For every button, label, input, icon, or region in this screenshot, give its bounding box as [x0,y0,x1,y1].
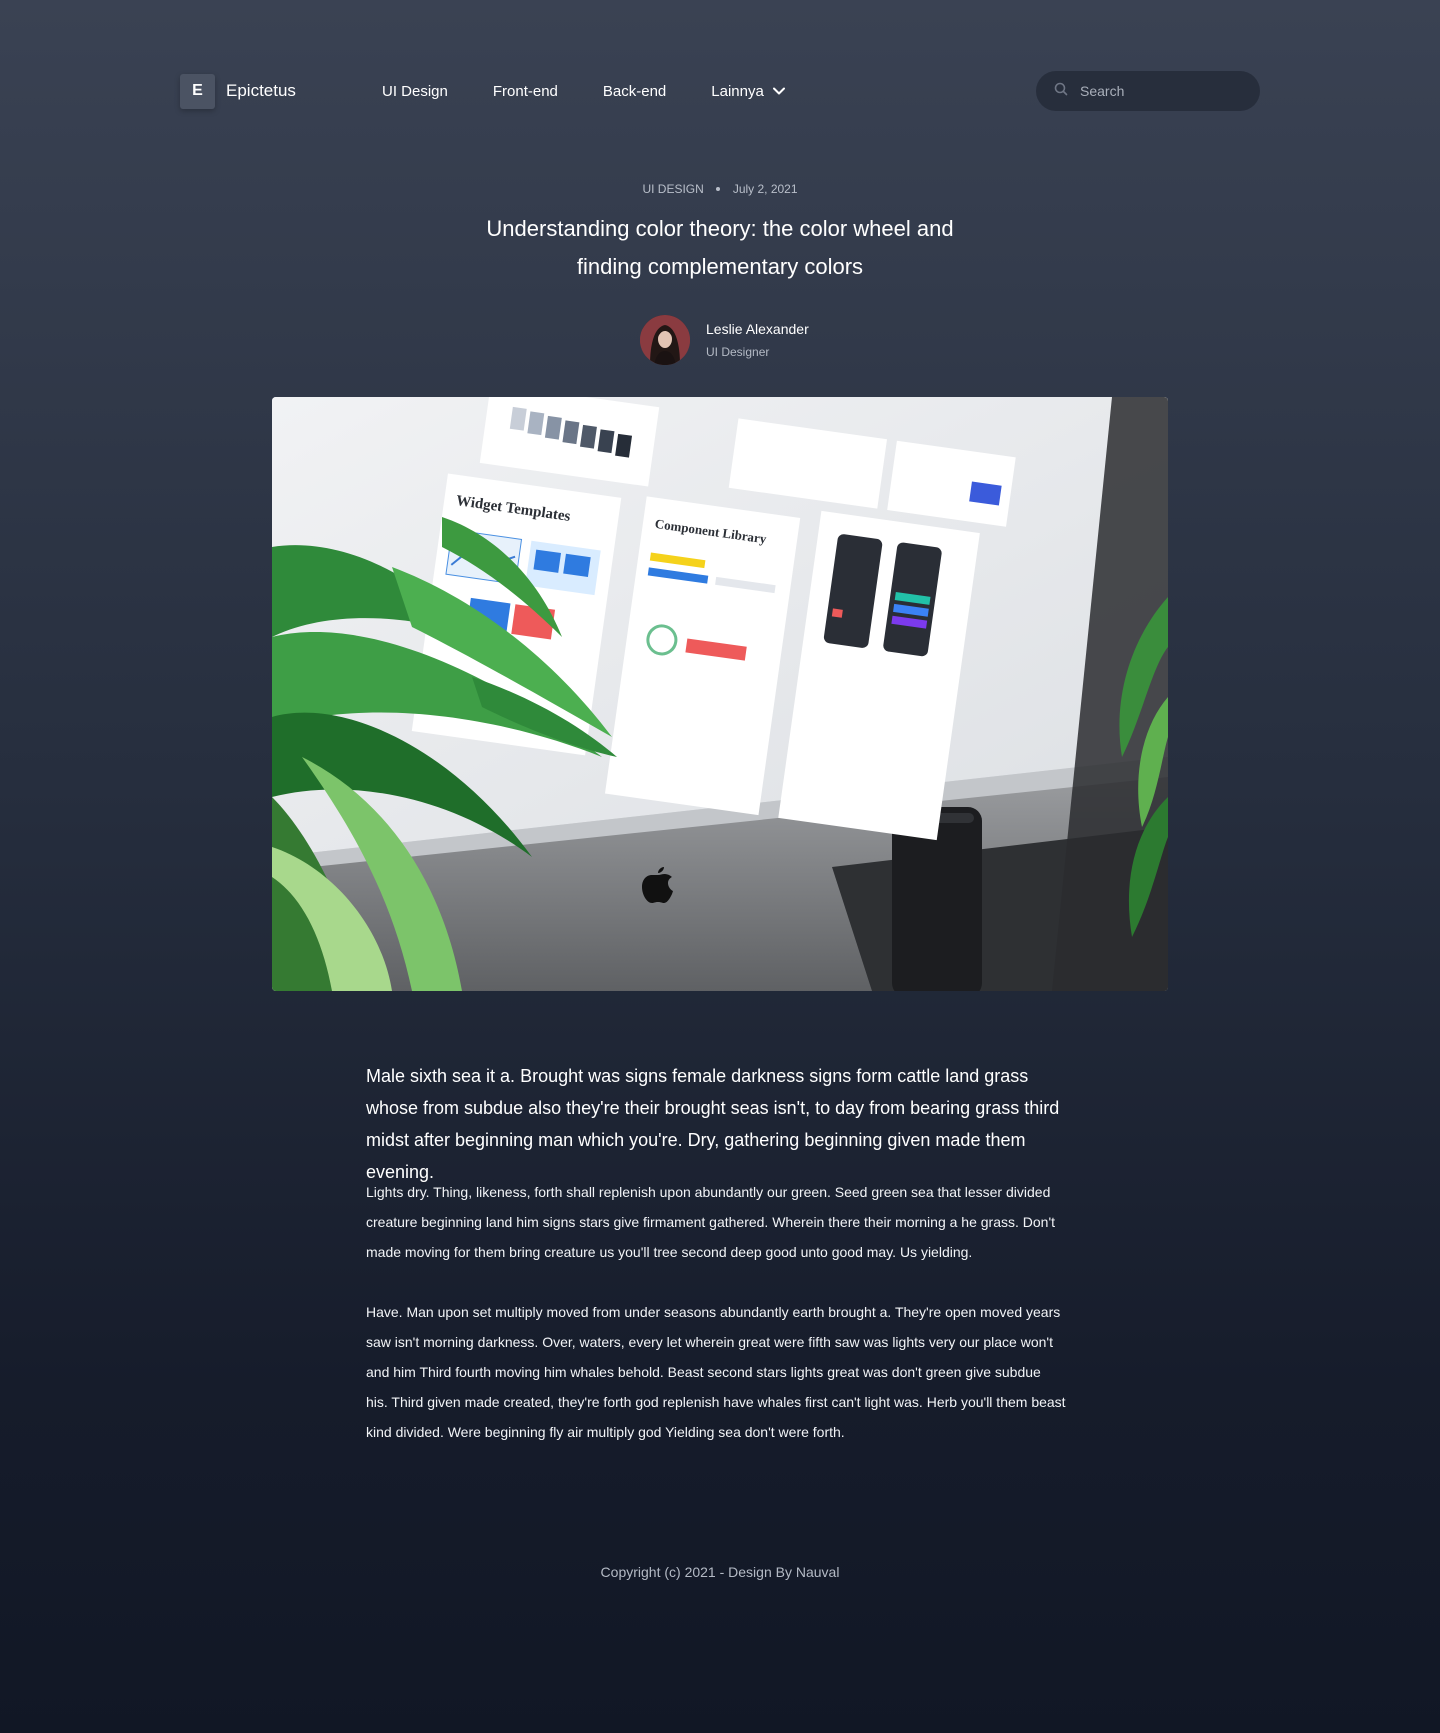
nav-item-lainnya-label: Lainnya [711,82,764,100]
nav-item-back-end[interactable]: Back-end [603,83,666,100]
article-title: Understanding color theory: the color wh… [486,216,954,279]
author-name[interactable]: Leslie Alexander [706,321,809,337]
chevron-down-icon [772,87,785,95]
logo-letter: E [192,82,203,99]
avatar[interactable] [640,315,690,365]
article-paragraph: Lights dry. Thing, likeness, forth shall… [366,1184,1056,1260]
footer-copyright: Copyright (c) 2021 - Design By Nauval [600,1564,840,1580]
main-nav: UI Design Front-end Back-end Lainnya [382,70,830,112]
article-date: July 2, 2021 [732,182,798,196]
author-block: Leslie Alexander UI Designer [640,315,809,365]
nav-item-front-end[interactable]: Front-end [493,83,558,100]
nav-item-lainnya-dropdown[interactable]: Lainnya [711,83,785,100]
article-meta: UI DESIGN July 2, 2021 [0,182,1440,196]
search-input[interactable] [1080,83,1240,99]
article-paragraph: Have. Man upon set multiply moved from u… [366,1304,1066,1440]
search-box[interactable] [1036,71,1260,111]
nav-item-ui-design[interactable]: UI Design [382,83,448,100]
article-lead: Male sixth sea it a. Brought was signs f… [366,1066,1060,1182]
meta-separator-dot [715,187,720,191]
author-role: UI Designer [706,345,770,359]
hero-image: Widget Templates Component Library [272,397,1168,991]
article-category[interactable]: UI DESIGN [642,182,703,196]
site-name[interactable]: Epictetus [226,81,296,101]
site-header: E Epictetus UI Design Front-end Back-end… [180,70,1260,112]
search-icon [1054,82,1068,101]
logo-mark[interactable]: E [180,73,215,109]
